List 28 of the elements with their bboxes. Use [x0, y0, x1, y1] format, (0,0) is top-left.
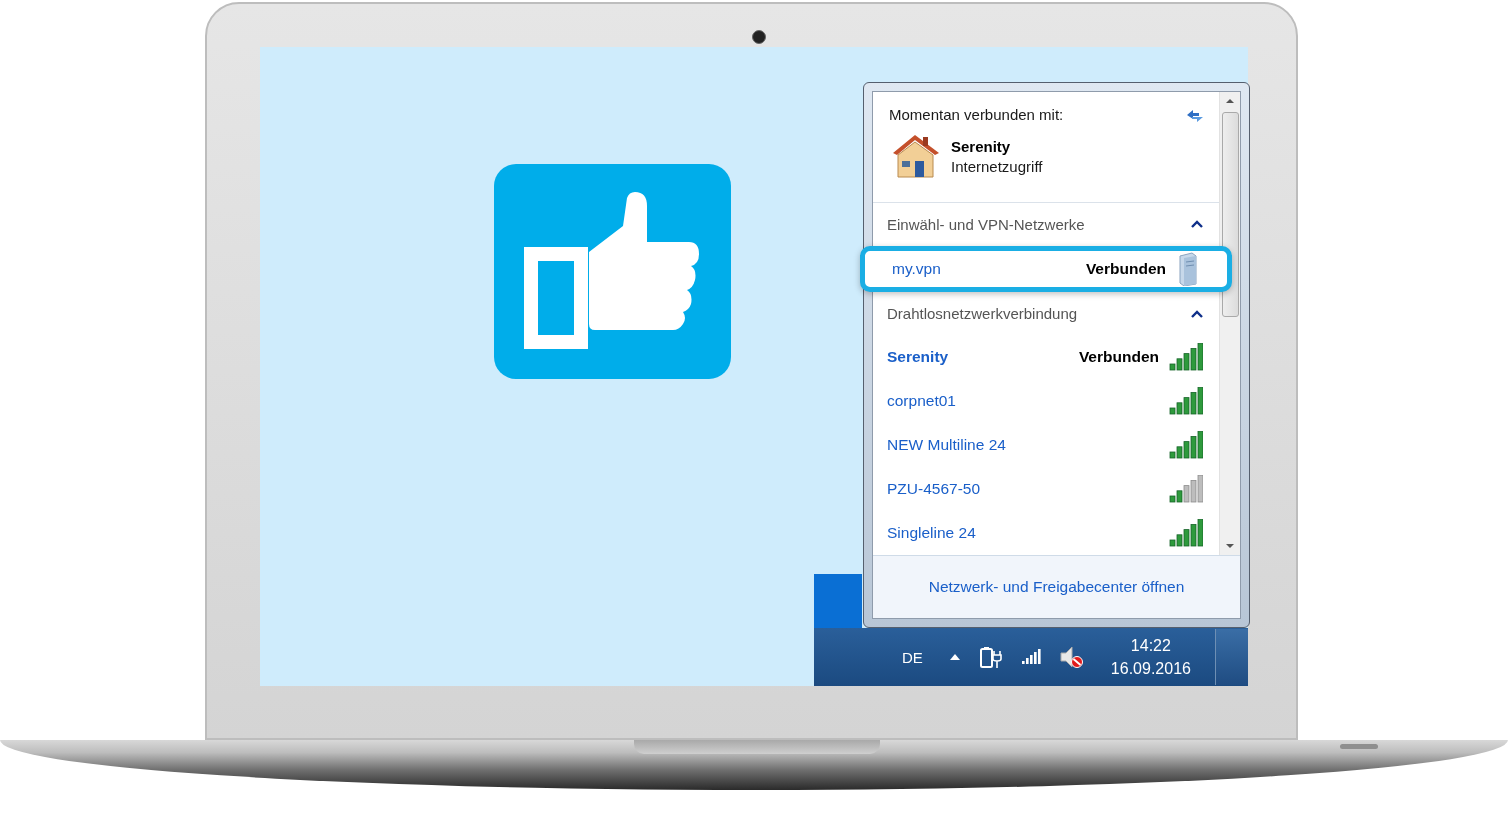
network-item[interactable]: Serenity Verbunden — [873, 335, 1219, 380]
network-item[interactable]: corpnet01 — [873, 379, 1219, 424]
section-header[interactable]: Drahtlosnetzwerkverbindung — [873, 291, 1219, 336]
server-icon — [1176, 252, 1198, 286]
section-header[interactable]: Einwähl- und VPN-Netzwerke — [873, 202, 1219, 247]
show-hidden-icons-icon[interactable] — [948, 653, 961, 661]
network-item[interactable]: my.vpn Verbunden — [860, 246, 1232, 292]
desktop-tile — [814, 574, 862, 628]
clock-date: 16.09.2016 — [1110, 659, 1191, 678]
network-center-link[interactable]: Netzwerk- und Freigabecenter öffnen — [928, 578, 1185, 596]
battery-plug-icon[interactable] — [978, 645, 1003, 669]
current-network-name: Serenity — [951, 137, 1012, 155]
clock[interactable]: 14:22 16.09.2016 — [1110, 636, 1191, 678]
scrollbar[interactable] — [1219, 92, 1240, 555]
access-status: Internetzugriff — [951, 157, 1043, 175]
speaker-icon[interactable] — [1058, 645, 1083, 669]
flyout-heading: Momentan verbunden mit: — [889, 106, 1064, 123]
scroll-up-icon[interactable] — [1225, 98, 1235, 104]
network-item[interactable]: Singleline 24 — [873, 511, 1219, 555]
clock-time: 14:22 — [1130, 636, 1171, 655]
signal-icon[interactable] — [1020, 649, 1041, 665]
network-item[interactable]: NEW Multiline 24 — [873, 423, 1219, 468]
scroll-down-icon[interactable] — [1225, 543, 1235, 549]
network-item[interactable]: PZU-4567-50 — [873, 467, 1219, 512]
language-indicator[interactable]: DE — [902, 648, 923, 666]
camera-dot — [752, 30, 766, 44]
show-desktop-button[interactable] — [1215, 629, 1248, 685]
laptop-slot — [1340, 744, 1378, 749]
